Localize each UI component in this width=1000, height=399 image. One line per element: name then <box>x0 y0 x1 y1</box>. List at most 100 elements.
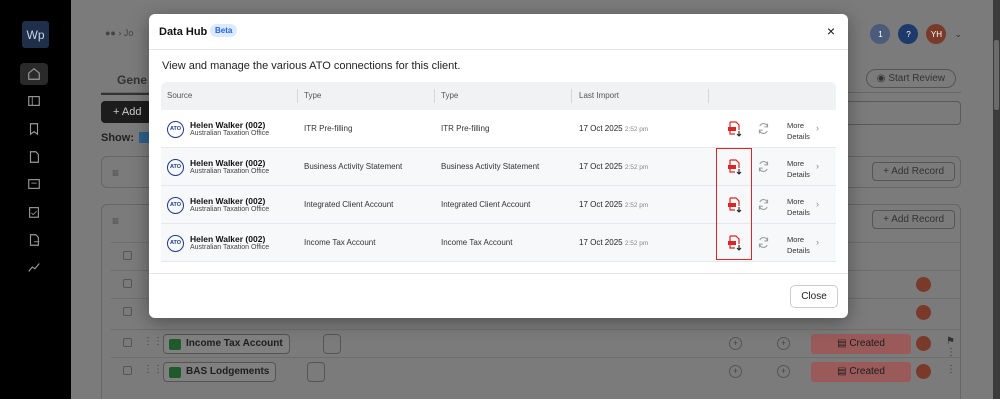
document-chip[interactable]: BAS Lodgements <box>163 362 277 382</box>
document-icon[interactable] <box>26 149 42 165</box>
add-record-button[interactable]: + Add Record <box>872 162 955 181</box>
column-header-type: Type <box>441 91 459 100</box>
modal-title: Data Hub <box>159 26 208 38</box>
eye-icon: ◉ <box>876 73 886 84</box>
sync-icon[interactable] <box>757 198 770 211</box>
pdf-download-icon[interactable] <box>727 235 743 251</box>
more-details-link[interactable]: More Details <box>787 234 810 256</box>
data-hub-modal: Data Hub Beta × View and manage the vari… <box>149 14 848 318</box>
type-cell: Income Tax Account <box>441 238 513 247</box>
add-circle-icon[interactable]: + <box>777 337 790 350</box>
table-row: ATO Helen Walker (002) Australian Taxati… <box>161 186 836 224</box>
modal-description: View and manage the various ATO connecti… <box>162 60 461 72</box>
add-button[interactable]: + Add <box>101 101 154 123</box>
last-import-cell: 17 Oct 2025 2:52 pm <box>579 238 649 247</box>
ato-logo-icon: ATO <box>167 235 184 252</box>
type-cell: Integrated Client Account <box>441 200 531 209</box>
more-details-link[interactable]: More Details <box>787 158 810 180</box>
document-chip[interactable]: Income Tax Account <box>163 334 290 354</box>
search-input[interactable] <box>831 101 961 125</box>
column-header-type: Type <box>304 91 322 100</box>
table-row[interactable]: ⋮⋮ BAS Lodgements + + ▤ Created ⋮ <box>111 357 961 385</box>
modal-header: Data Hub Beta × <box>149 14 848 50</box>
flag-icon[interactable]: ⚑ ⋮ <box>946 336 961 358</box>
help-icon[interactable]: ? <box>898 24 919 44</box>
more-icon[interactable]: ⋮ <box>946 364 956 375</box>
table-row: ATO Helen Walker (002) Australian Taxati… <box>161 224 836 262</box>
show-label: Show: <box>101 132 134 144</box>
column-divider <box>571 89 572 103</box>
add-record-button[interactable]: + Add Record <box>872 210 955 229</box>
pdf-download-icon[interactable] <box>727 121 743 137</box>
home-icon[interactable] <box>20 63 48 85</box>
drag-handle-icon[interactable]: ⋮⋮ <box>143 364 163 375</box>
chevron-right-icon[interactable]: › <box>816 123 819 133</box>
bookmark-icon[interactable] <box>26 121 42 137</box>
user-avatar[interactable]: YH <box>926 24 947 44</box>
table-row[interactable]: ⋮⋮ Income Tax Account + + ▤ Created ⚑ ⋮ <box>111 329 961 358</box>
sidebar: Wp <box>0 0 71 399</box>
source-org: Australian Taxation Office <box>190 206 270 213</box>
menu-icon[interactable]: ≡ <box>112 214 119 228</box>
row-checkbox[interactable] <box>123 251 132 260</box>
column-divider <box>434 89 435 103</box>
table-row: ATO Helen Walker (002) Australian Taxati… <box>161 148 836 186</box>
more-details-link[interactable]: More Details <box>787 120 810 142</box>
notification-icon[interactable]: 1 <box>870 24 891 44</box>
scrollbar[interactable] <box>993 0 1000 399</box>
type-cell: ITR Pre-filling <box>441 124 490 133</box>
last-import-cell: 17 Oct 2025 2:52 pm <box>579 200 649 209</box>
row-checkbox[interactable] <box>123 307 132 316</box>
more-details-link[interactable]: More Details <box>787 196 810 218</box>
row-checkbox[interactable] <box>123 279 132 288</box>
pdf-download-icon[interactable] <box>727 159 743 175</box>
type-cell: Business Activity Statement <box>304 162 403 171</box>
source-name: Helen Walker (002) <box>190 120 266 130</box>
file-icon[interactable] <box>323 334 341 354</box>
drag-handle-icon[interactable]: ⋮⋮ <box>143 336 163 347</box>
chevron-right-icon[interactable]: › <box>816 237 819 247</box>
calendar-icon: ▤ <box>837 366 847 377</box>
ato-logo-icon: ATO <box>167 159 184 176</box>
clipboard-icon[interactable] <box>26 204 42 220</box>
source-name: Helen Walker (002) <box>190 234 266 244</box>
add-circle-icon[interactable]: + <box>729 365 742 378</box>
avatar <box>916 336 931 351</box>
app-logo[interactable]: Wp <box>22 21 49 48</box>
add-circle-icon[interactable]: + <box>777 365 790 378</box>
calendar-icon: ▤ <box>837 338 847 349</box>
header-actions: 1 ? YH ⌄ <box>870 24 962 44</box>
file-icon[interactable] <box>307 362 325 382</box>
close-icon[interactable]: × <box>824 23 838 39</box>
pdf-download-icon[interactable] <box>727 197 743 213</box>
start-review-button[interactable]: ◉ Start Review <box>865 69 956 88</box>
sync-icon[interactable] <box>757 236 770 249</box>
beta-badge: Beta <box>210 24 238 37</box>
card-icon[interactable] <box>26 176 42 192</box>
export-icon[interactable] <box>26 232 42 248</box>
scrollbar-thumb[interactable] <box>994 40 999 110</box>
chart-icon[interactable] <box>26 259 42 275</box>
chevron-down-icon[interactable]: ⌄ <box>954 29 962 40</box>
last-import-cell: 17 Oct 2025 2:52 pm <box>579 162 649 171</box>
avatar <box>916 277 931 292</box>
spreadsheet-icon <box>169 367 181 378</box>
row-checkbox[interactable] <box>123 366 132 375</box>
source-org: Australian Taxation Office <box>190 130 270 137</box>
add-circle-icon[interactable]: + <box>729 337 742 350</box>
sync-icon[interactable] <box>757 122 770 135</box>
chevron-right-icon[interactable]: › <box>816 161 819 171</box>
last-import-cell: 17 Oct 2025 2:52 pm <box>579 124 649 133</box>
close-button[interactable]: Close <box>790 285 838 308</box>
sync-icon[interactable] <box>757 160 770 173</box>
chevron-right-icon[interactable]: › <box>816 199 819 209</box>
row-checkbox[interactable] <box>123 338 132 347</box>
source-org: Australian Taxation Office <box>190 244 270 251</box>
people-icon: ●● <box>105 28 116 38</box>
menu-icon[interactable]: ≡ <box>112 166 119 180</box>
breadcrumb[interactable]: ●● › Jo <box>105 28 133 38</box>
status-badge: ▤ Created <box>811 362 911 382</box>
modal-footer: Close <box>149 273 848 318</box>
avatar <box>916 305 931 320</box>
table-icon[interactable] <box>26 93 42 109</box>
